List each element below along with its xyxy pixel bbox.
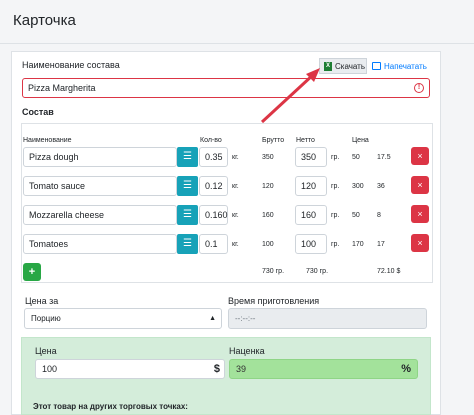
markup-input[interactable]: 39 % <box>229 359 418 379</box>
composition-title: Состав <box>22 107 54 117</box>
error-icon: ! <box>414 83 424 93</box>
qty-unit: кг. <box>232 212 239 219</box>
price-value: 50 <box>352 212 360 219</box>
qty-unit: кг. <box>232 183 239 190</box>
markup-label: Наценка <box>229 346 265 356</box>
cook-time-input[interactable]: --:--:-- <box>228 308 427 329</box>
qty-unit: кг. <box>232 154 239 161</box>
price-value: 50 <box>352 154 360 161</box>
gross-value: 120 <box>262 183 274 190</box>
name-label: Наименование состава <box>22 60 120 70</box>
ingredient-name-input[interactable]: Pizza dough <box>23 147 177 167</box>
cost-value: 17 <box>377 241 385 248</box>
dollar-icon: $ <box>213 363 220 375</box>
net-input[interactable]: 120 <box>295 176 327 196</box>
total-gross: 730 гр. <box>262 268 285 275</box>
qty-unit: кг. <box>232 241 239 248</box>
price-for-select[interactable]: Порцию ▲ <box>24 308 222 329</box>
net-unit: гр. <box>331 241 340 248</box>
delete-row-button[interactable]: × <box>411 176 429 194</box>
total-net: 730 гр. <box>306 268 329 275</box>
net-input[interactable]: 100 <box>295 234 327 254</box>
gross-value: 350 <box>262 154 274 161</box>
price-for-value: Порцию <box>31 314 61 323</box>
delete-row-button[interactable]: × <box>411 147 429 165</box>
markup-value: 39 <box>236 364 247 374</box>
printer-icon <box>372 62 381 70</box>
cook-time-label: Время приготовления <box>228 296 320 306</box>
price-label: Цена <box>35 346 57 356</box>
price-value: 170 <box>352 241 364 248</box>
list-icon[interactable]: ☰ <box>177 147 198 167</box>
print-label: Напечатать <box>384 61 427 71</box>
ingredient-name-input[interactable]: Tomatoes <box>23 234 177 254</box>
list-icon[interactable]: ☰ <box>177 234 198 254</box>
list-icon[interactable]: ☰ <box>177 205 198 225</box>
download-button[interactable]: X Скачать <box>319 58 367 74</box>
price-for-label: Цена за <box>25 296 59 306</box>
qty-input[interactable]: 0.1 <box>199 234 228 254</box>
header-bar: Карточка <box>0 0 474 44</box>
ingredient-name-input[interactable]: Tomato sauce <box>23 176 177 196</box>
annotation-arrow-icon <box>260 68 320 124</box>
col-name: Наименование <box>23 137 72 144</box>
col-gross: Брутто <box>262 137 285 144</box>
download-label: Скачать <box>335 61 365 71</box>
net-unit: гр. <box>331 154 340 161</box>
gross-value: 160 <box>262 212 274 219</box>
total-price: 72.10 $ <box>377 268 401 275</box>
col-net: Нетто <box>296 137 315 144</box>
col-qty: Кол-во <box>200 137 222 144</box>
cost-value: 17.5 <box>377 154 391 161</box>
price-input[interactable]: 100 $ <box>35 359 225 379</box>
net-unit: гр. <box>331 212 340 219</box>
net-input[interactable]: 350 <box>295 147 327 167</box>
name-input[interactable]: Pizza Margherita <box>22 78 430 98</box>
list-icon[interactable]: ☰ <box>177 176 198 196</box>
add-ingredient-button[interactable]: + <box>23 263 41 281</box>
delete-row-button[interactable]: × <box>411 205 429 223</box>
price-value: 100 <box>42 364 58 374</box>
cost-value: 36 <box>377 183 385 190</box>
qty-input[interactable]: 0.12 <box>199 176 228 196</box>
select-caret-icon: ▲ <box>209 315 216 322</box>
print-button[interactable]: Напечатать <box>372 58 427 74</box>
percent-icon: % <box>401 363 411 375</box>
qty-input[interactable]: 0.160 <box>199 205 228 225</box>
gross-value: 100 <box>262 241 274 248</box>
delete-row-button[interactable]: × <box>411 234 429 252</box>
price-value: 300 <box>352 183 364 190</box>
cost-value: 8 <box>377 212 381 219</box>
qty-input[interactable]: 0.35 <box>199 147 228 167</box>
col-price: Цена <box>352 137 369 144</box>
ingredient-name-input[interactable]: Mozzarella cheese <box>23 205 177 225</box>
other-outlets-label: Этот товар на других торговых точках: <box>33 402 188 411</box>
page-title: Карточка <box>13 12 76 29</box>
net-input[interactable]: 160 <box>295 205 327 225</box>
net-unit: гр. <box>331 183 340 190</box>
